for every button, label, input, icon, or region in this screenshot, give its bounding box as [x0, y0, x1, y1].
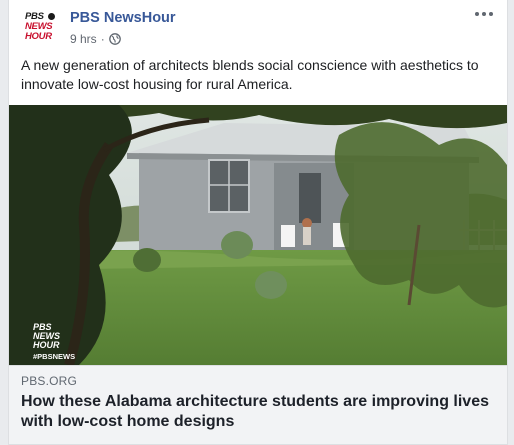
post-photo[interactable]: PBS NEWS HOUR #PBSNEWS: [9, 105, 507, 365]
page-avatar[interactable]: PBS NEWS HOUR: [23, 9, 59, 45]
link-preview[interactable]: PBS.ORG How these Alabama architecture s…: [9, 365, 507, 444]
avatar-line-3: HOUR: [25, 31, 52, 42]
meta-separator: ·: [100, 32, 105, 46]
post-text: A new generation of architects blends so…: [21, 57, 479, 92]
pbs-logo-dot: [48, 13, 55, 20]
post-timestamp[interactable]: 9 hrs: [70, 32, 97, 46]
page-name-link[interactable]: PBS NewsHour: [70, 10, 176, 26]
photo-watermark: PBS NEWS HOUR #PBSNEWS: [33, 323, 76, 362]
watermark-hashtag: #PBSNEWS: [33, 352, 76, 361]
more-options-icon[interactable]: [475, 8, 495, 20]
feed-post-card: PBS NEWS HOUR PBS NewsHour 9 hrs · A new…: [8, 0, 508, 445]
link-domain: PBS.ORG: [21, 374, 78, 388]
watermark-line-3: HOUR: [33, 340, 60, 350]
globe-icon: [108, 33, 121, 45]
link-headline[interactable]: How these Alabama architecture students …: [21, 392, 499, 432]
post-meta: 9 hrs ·: [70, 32, 121, 46]
